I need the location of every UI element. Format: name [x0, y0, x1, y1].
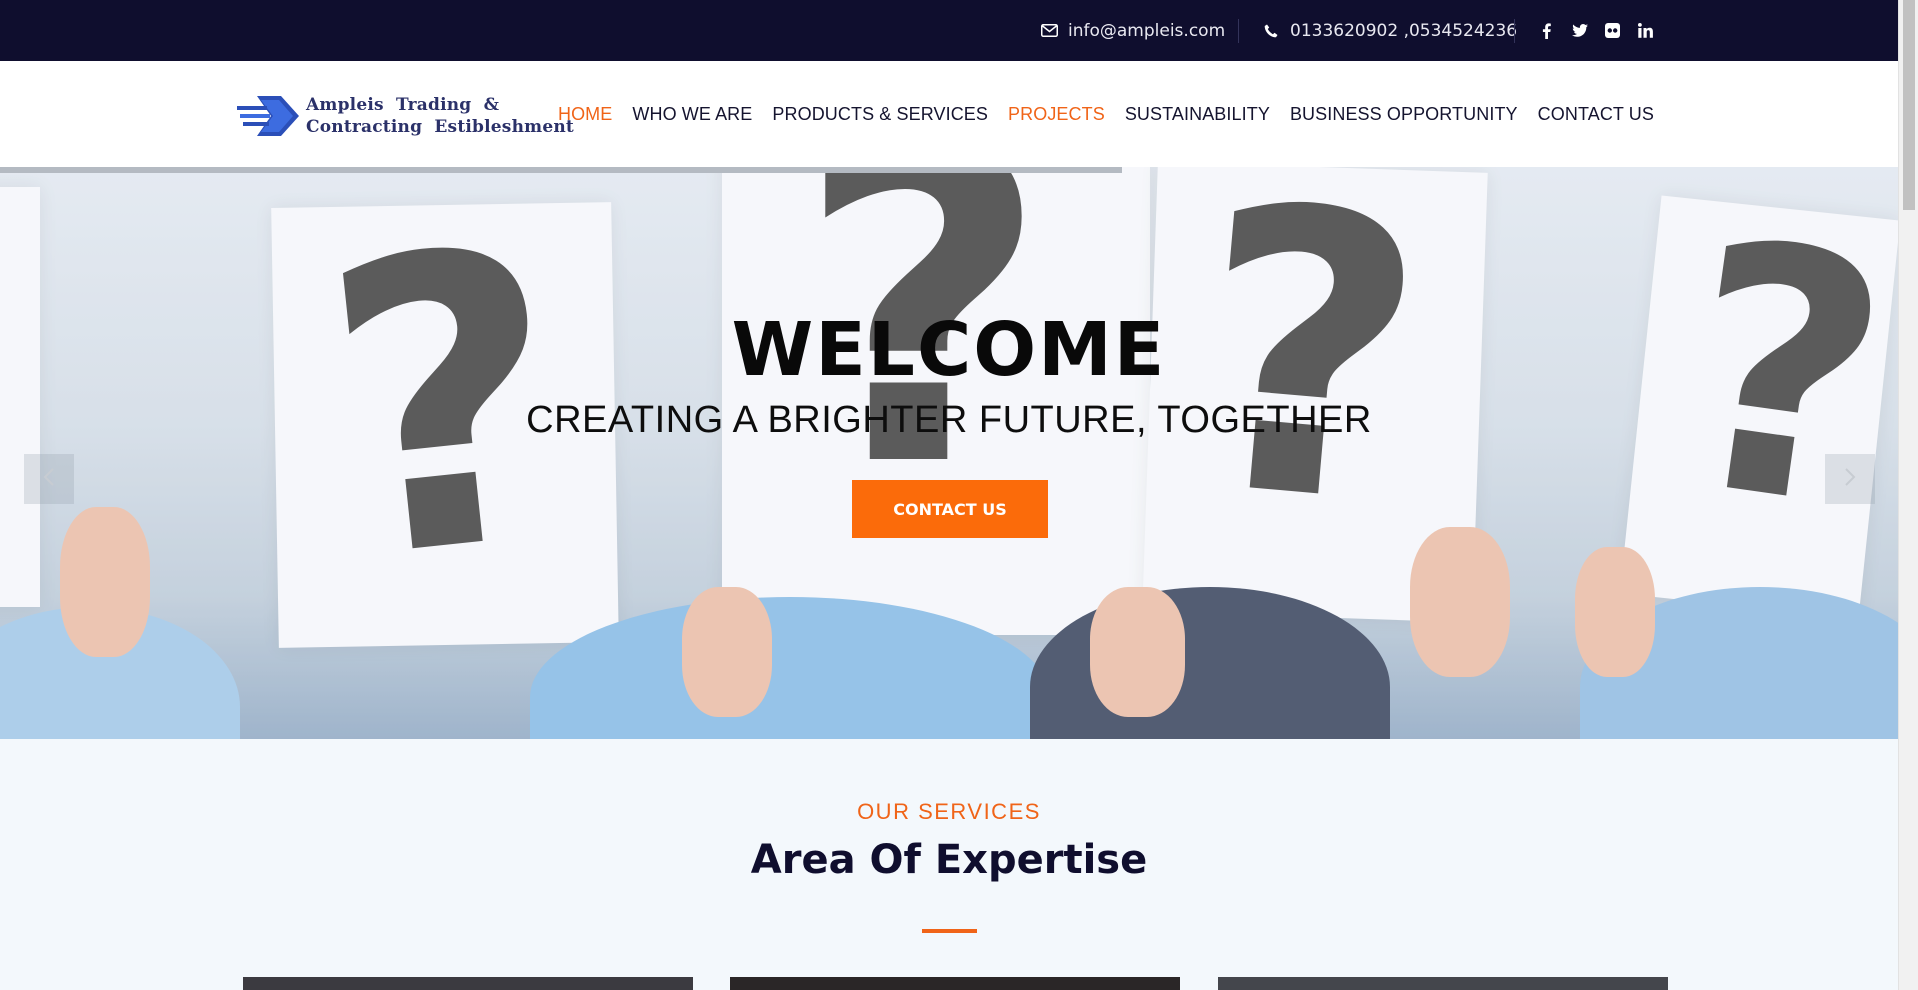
hero-overlay [0, 167, 1898, 739]
logo[interactable]: Ampleis Trading & Contracting Estibleshm… [237, 94, 574, 138]
slider-next-button[interactable] [1825, 454, 1875, 504]
nav-business-opportunity[interactable]: BUSINESS OPPORTUNITY [1290, 104, 1518, 125]
service-card[interactable] [730, 977, 1180, 990]
flickr-icon[interactable] [1603, 21, 1622, 40]
divider [1514, 19, 1515, 43]
phone-icon [1262, 22, 1280, 40]
slide-progress-bar [0, 167, 1122, 173]
logo-text: Ampleis Trading & Contracting Estibleshm… [306, 94, 574, 138]
nav-products-services[interactable]: PRODUCTS & SERVICES [772, 104, 988, 125]
phone-contact[interactable]: 0133620902 ,0534524236 [1262, 0, 1517, 61]
page-scrollbar[interactable] [1898, 0, 1918, 990]
hero-title: WELCOME [731, 307, 1167, 393]
facebook-icon[interactable] [1537, 21, 1556, 40]
logo-line-1: Ampleis Trading & [306, 95, 500, 115]
site-header: Ampleis Trading & Contracting Estibleshm… [0, 61, 1898, 167]
title-underline [922, 929, 977, 933]
chevron-left-icon [43, 465, 55, 493]
section-eyebrow: OUR SERVICES [857, 799, 1041, 824]
services-section: OUR SERVICES Area Of Expertise [0, 739, 1898, 990]
top-bar: info@ampleis.com 0133620902 ,0534524236 [0, 0, 1898, 61]
email-text[interactable]: info@ampleis.com [1068, 21, 1225, 41]
section-title: Area Of Expertise [750, 837, 1148, 883]
logo-line-2: Contracting Estibleshment [306, 117, 574, 137]
scrollbar-thumb[interactable] [1903, 0, 1915, 210]
social-links [1537, 0, 1655, 61]
twitter-icon[interactable] [1570, 21, 1589, 40]
service-card[interactable] [1218, 977, 1668, 990]
logo-mark-icon [237, 96, 299, 136]
nav-home[interactable]: HOME [558, 104, 612, 125]
email-contact[interactable]: info@ampleis.com [1040, 0, 1225, 61]
contact-us-button[interactable]: CONTACT US [852, 480, 1048, 538]
chevron-right-icon [1844, 465, 1856, 493]
linkedin-icon[interactable] [1636, 21, 1655, 40]
hero-subtitle: CREATING A BRIGHTER FUTURE, TOGETHER [526, 399, 1372, 441]
service-card[interactable] [243, 977, 693, 990]
nav-contact-us[interactable]: CONTACT US [1538, 104, 1654, 125]
nav-who-we-are[interactable]: WHO WE ARE [632, 104, 752, 125]
slider-prev-button[interactable] [24, 454, 74, 504]
phone-text[interactable]: 0133620902 ,0534524236 [1290, 21, 1517, 41]
divider [1238, 19, 1239, 43]
main-nav: HOME WHO WE ARE PRODUCTS & SERVICES PROJ… [558, 61, 1654, 167]
hero-slider: ? ? ? ? WELCOME CREATING A BRIGHTER FUTU… [0, 167, 1898, 739]
envelope-icon [1040, 22, 1058, 40]
nav-projects[interactable]: PROJECTS [1008, 104, 1105, 125]
nav-sustainability[interactable]: SUSTAINABILITY [1125, 104, 1270, 125]
